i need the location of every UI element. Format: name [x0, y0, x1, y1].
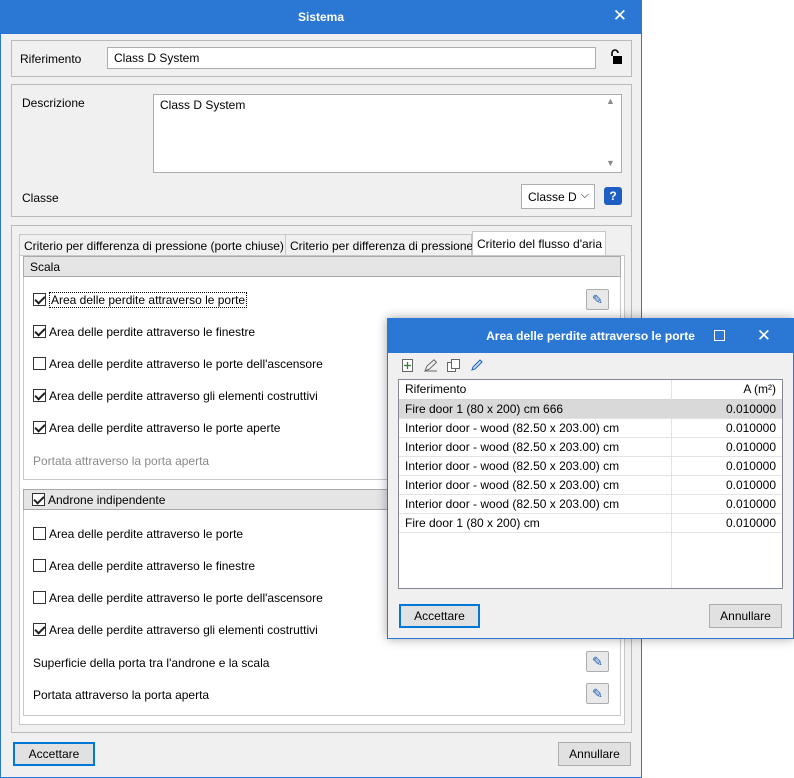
scroll-down-icon[interactable]: ▼ — [606, 158, 615, 168]
lobby-doors-checkbox[interactable] — [33, 527, 46, 540]
copy-icon[interactable] — [447, 359, 460, 375]
class-select[interactable]: Classe D ⌵ — [521, 184, 595, 209]
cell-reference: Interior door - wood (82.50 x 203.00) cm — [405, 478, 620, 492]
accept-button[interactable]: Accettare — [13, 742, 95, 766]
lobby-item-doors[interactable]: Area delle perdite attraverso le porte — [33, 526, 243, 542]
table-row[interactable]: Fire door 1 (80 x 200) cm 666 0.010000 — [399, 400, 782, 419]
cell-area: 0.010000 — [725, 440, 776, 454]
stair-elevator-checkbox[interactable] — [33, 357, 46, 370]
lobby-item-elevator[interactable]: Area delle perdite attraverso le porte d… — [33, 590, 323, 606]
lobby-door-surface-label: Superficie della porta tra l'androne e l… — [33, 656, 270, 670]
chevron-down-icon: ⌵ — [580, 189, 589, 201]
stair-item-elements[interactable]: Area delle perdite attraverso gli elemen… — [33, 388, 318, 404]
pencil-icon[interactable] — [471, 359, 483, 374]
lobby-doors-label: Area delle perdite attraverso le porte — [49, 527, 244, 541]
close-icon[interactable]: ✕ — [757, 326, 771, 346]
column-header-area[interactable]: A (m²) — [737, 380, 782, 399]
cell-area: 0.010000 — [725, 478, 776, 492]
lobby-item-windows[interactable]: Area delle perdite attraverso le finestr… — [33, 558, 255, 574]
edit-row-icon[interactable] — [424, 359, 438, 375]
stair-elements-checkbox[interactable] — [33, 389, 46, 402]
stair-open-door-flow-label: Portata attraverso la porta aperta — [33, 454, 210, 468]
reference-label: Riferimento — [20, 52, 82, 66]
stair-item-doors[interactable]: Area delle perdite attraverso le porte — [33, 292, 248, 308]
cell-area: 0.010000 — [725, 497, 776, 511]
stair-elevator-label: Area delle perdite attraverso le porte d… — [49, 357, 323, 371]
class-select-value: Classe D — [528, 190, 577, 204]
cell-area: 0.010000 — [725, 459, 776, 473]
pencil-icon[interactable]: ✎ — [586, 651, 609, 672]
pencil-icon[interactable]: ✎ — [586, 683, 609, 704]
stair-doors-checkbox[interactable] — [33, 293, 46, 306]
lobby-windows-checkbox[interactable] — [33, 559, 46, 572]
cell-reference: Interior door - wood (82.50 x 203.00) cm — [405, 440, 620, 454]
cell-area: 0.010000 — [725, 421, 776, 435]
stair-group-header: Scala — [23, 256, 621, 277]
maximize-icon[interactable] — [714, 330, 725, 341]
window-title: Sistema — [297, 10, 345, 24]
cell-reference: Fire door 1 (80 x 200) cm 666 — [405, 402, 564, 416]
table-row[interactable]: Interior door - wood (82.50 x 203.00) cm… — [399, 495, 782, 514]
table-row[interactable]: Interior door - wood (82.50 x 203.00) cm… — [399, 476, 782, 495]
stair-item-elevator[interactable]: Area delle perdite attraverso le porte d… — [33, 356, 323, 372]
reference-input[interactable]: Class D System — [107, 47, 596, 69]
table-row[interactable]: Fire door 1 (80 x 200) cm 0.010000 — [399, 514, 782, 533]
description-label: Descrizione — [22, 96, 85, 110]
lobby-elevator-checkbox[interactable] — [33, 591, 46, 604]
leakage-doors-dialog: Area delle perdite attraverso le porte ✕… — [387, 318, 794, 639]
tab-pressure-closed[interactable]: Criterio per differenza di pressione (po… — [19, 234, 286, 256]
lobby-elevator-label: Area delle perdite attraverso le porte d… — [49, 591, 323, 605]
stair-windows-checkbox[interactable] — [33, 325, 46, 338]
tab-airflow[interactable]: Criterio del flusso d'aria — [472, 231, 606, 256]
cell-reference: Interior door - wood (82.50 x 203.00) cm — [405, 497, 620, 511]
stair-elements-label: Area delle perdite attraverso gli elemen… — [49, 389, 318, 403]
table-header: Riferimento A (m²) — [399, 380, 782, 400]
stair-doors-label: Area delle perdite attraverso le porte — [49, 292, 248, 308]
stair-item-windows[interactable]: Area delle perdite attraverso le finestr… — [33, 324, 255, 340]
scroll-up-icon[interactable]: ▲ — [606, 96, 615, 106]
lobby-open-door-flow-label: Portata attraverso la porta aperta — [33, 688, 210, 702]
table-row[interactable]: Interior door - wood (82.50 x 203.00) cm… — [399, 419, 782, 438]
stair-open-doors-checkbox[interactable] — [33, 421, 46, 434]
dialog-cancel-button[interactable]: Annullare — [709, 604, 782, 628]
lobby-item-elements[interactable]: Area delle perdite attraverso gli elemen… — [33, 622, 318, 638]
cell-reference: Interior door - wood (82.50 x 203.00) cm — [405, 459, 620, 473]
stair-windows-label: Area delle perdite attraverso le finestr… — [49, 325, 256, 339]
description-panel: Descrizione Class D System ▲ ▼ Classe Cl… — [11, 84, 632, 217]
lobby-elements-checkbox[interactable] — [33, 623, 46, 636]
dialog-accept-button[interactable]: Accettare — [399, 604, 480, 628]
stair-open-doors-label: Area delle perdite attraverso le porte a… — [49, 421, 281, 435]
lobby-windows-label: Area delle perdite attraverso le finestr… — [49, 559, 256, 573]
cell-area: 0.010000 — [725, 402, 776, 416]
title-bar: Sistema ✕ — [1, 1, 641, 34]
cell-reference: Fire door 1 (80 x 200) cm — [405, 516, 540, 530]
dialog-title-bar: Area delle perdite attraverso le porte ✕ — [388, 319, 793, 353]
lobby-elements-label: Area delle perdite attraverso gli elemen… — [49, 623, 318, 637]
help-icon[interactable]: ? — [604, 187, 622, 205]
class-label: Classe — [22, 191, 59, 205]
dialog-title: Area delle perdite attraverso le porte — [486, 329, 695, 343]
cell-area: 0.010000 — [725, 516, 776, 530]
leakage-table: Riferimento A (m²) Fire door 1 (80 x 200… — [398, 379, 783, 589]
close-icon[interactable]: ✕ — [613, 6, 627, 26]
column-header-reference[interactable]: Riferimento — [399, 380, 472, 399]
lobby-checkbox[interactable] — [32, 493, 45, 506]
add-row-icon[interactable] — [402, 359, 413, 375]
lobby-group-title: Androne indipendente — [48, 493, 166, 507]
table-row[interactable]: Interior door - wood (82.50 x 203.00) cm… — [399, 457, 782, 476]
tab-pressure[interactable]: Criterio per differenza di pressione — [285, 234, 473, 256]
pencil-icon[interactable]: ✎ — [586, 289, 609, 310]
table-row[interactable]: Interior door - wood (82.50 x 203.00) cm… — [399, 438, 782, 457]
reference-panel: Riferimento Class D System — [11, 40, 632, 77]
stair-group-title: Scala — [30, 260, 61, 274]
cell-reference: Interior door - wood (82.50 x 203.00) cm — [405, 421, 620, 435]
stair-item-open-doors[interactable]: Area delle perdite attraverso le porte a… — [33, 420, 280, 436]
description-textarea[interactable]: Class D System — [153, 94, 622, 173]
cancel-button[interactable]: Annullare — [558, 742, 631, 766]
unlock-icon[interactable] — [609, 49, 623, 65]
